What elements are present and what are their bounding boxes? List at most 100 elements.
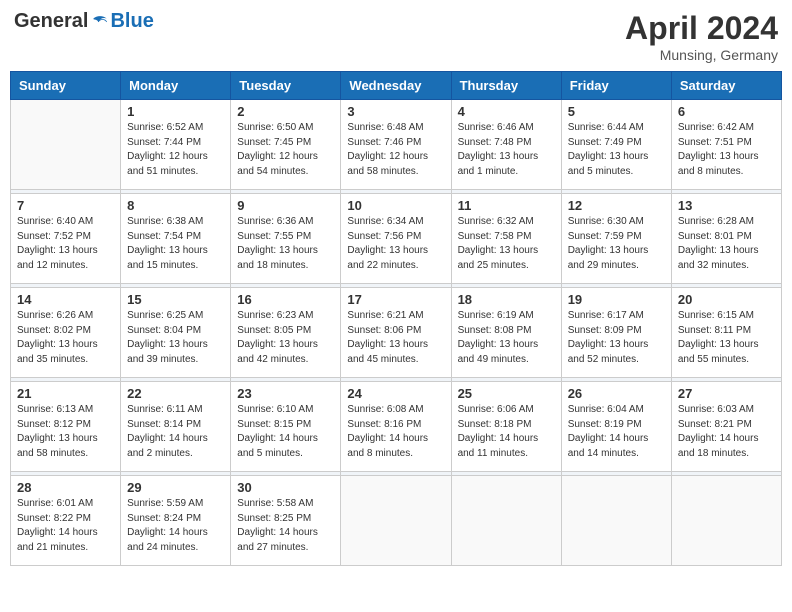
- cell-line: Sunrise: 6:28 AM: [678, 215, 775, 230]
- calendar-cell: 18Sunrise: 6:19 AMSunset: 8:08 PMDayligh…: [451, 288, 561, 378]
- cell-line: Sunrise: 6:52 AM: [127, 121, 224, 136]
- logo: General Blue: [14, 10, 154, 33]
- location-subtitle: Munsing, Germany: [625, 47, 778, 63]
- cell-line: Sunrise: 6:04 AM: [568, 403, 665, 418]
- cell-content: Sunrise: 5:59 AMSunset: 8:24 PMDaylight:…: [127, 497, 224, 555]
- calendar-cell: 17Sunrise: 6:21 AMSunset: 8:06 PMDayligh…: [341, 288, 451, 378]
- cell-line: and 8 minutes.: [678, 165, 775, 180]
- day-number: 24: [347, 386, 444, 401]
- cell-line: Sunset: 8:18 PM: [458, 418, 555, 433]
- cell-content: Sunrise: 6:15 AMSunset: 8:11 PMDaylight:…: [678, 309, 775, 367]
- cell-line: Daylight: 13 hours: [458, 150, 555, 165]
- cell-line: Sunset: 8:06 PM: [347, 324, 444, 339]
- cell-line: Sunrise: 6:44 AM: [568, 121, 665, 136]
- calendar-cell: 15Sunrise: 6:25 AMSunset: 8:04 PMDayligh…: [121, 288, 231, 378]
- cell-content: Sunrise: 6:30 AMSunset: 7:59 PMDaylight:…: [568, 215, 665, 273]
- day-number: 8: [127, 198, 224, 213]
- cell-line: and 15 minutes.: [127, 259, 224, 274]
- day-number: 22: [127, 386, 224, 401]
- cell-line: and 2 minutes.: [127, 447, 224, 462]
- day-number: 29: [127, 480, 224, 495]
- calendar-cell: [671, 476, 781, 566]
- cell-line: Sunrise: 6:11 AM: [127, 403, 224, 418]
- calendar-cell: [451, 476, 561, 566]
- cell-line: Sunrise: 6:15 AM: [678, 309, 775, 324]
- cell-content: Sunrise: 6:46 AMSunset: 7:48 PMDaylight:…: [458, 121, 555, 179]
- day-number: 30: [237, 480, 334, 495]
- cell-line: Sunset: 8:11 PM: [678, 324, 775, 339]
- day-number: 13: [678, 198, 775, 213]
- calendar-cell: 22 Sunrise: 6:11 AMSunset: 8:14 PMDayligh…: [121, 382, 231, 472]
- cell-line: Sunrise: 6:46 AM: [458, 121, 555, 136]
- cell-line: and 8 minutes.: [347, 447, 444, 462]
- cell-content: Sunrise: 6:11 AMSunset: 8:14 PMDaylight:…: [127, 403, 224, 461]
- calendar-cell: [341, 476, 451, 566]
- cell-line: Daylight: 13 hours: [678, 338, 775, 353]
- calendar-cell: 27Sunrise: 6:03 AMSunset: 8:21 PMDayligh…: [671, 382, 781, 472]
- day-number: 11: [458, 198, 555, 213]
- cell-line: Sunset: 8:05 PM: [237, 324, 334, 339]
- cell-line: Daylight: 12 hours: [237, 150, 334, 165]
- cell-line: Daylight: 13 hours: [127, 244, 224, 259]
- cell-line: Sunset: 7:54 PM: [127, 230, 224, 245]
- cell-line: and 45 minutes.: [347, 353, 444, 368]
- day-header-sunday: Sunday: [11, 72, 121, 100]
- cell-line: Sunrise: 5:59 AM: [127, 497, 224, 512]
- cell-line: and 11 minutes.: [458, 447, 555, 462]
- cell-line: Daylight: 12 hours: [347, 150, 444, 165]
- cell-line: Daylight: 14 hours: [237, 432, 334, 447]
- logo-blue-text: Blue: [110, 10, 153, 33]
- day-number: 23: [237, 386, 334, 401]
- cell-line: Sunrise: 6:26 AM: [17, 309, 114, 324]
- cell-line: Sunset: 8:15 PM: [237, 418, 334, 433]
- logo-bird-icon: [90, 12, 110, 32]
- cell-content: Sunrise: 6:23 AMSunset: 8:05 PMDaylight:…: [237, 309, 334, 367]
- cell-line: Sunrise: 6:34 AM: [347, 215, 444, 230]
- cell-line: and 29 minutes.: [568, 259, 665, 274]
- week-row-5: 28Sunrise: 6:01 AMSunset: 8:22 PMDayligh…: [11, 476, 782, 566]
- cell-line: and 24 minutes.: [127, 541, 224, 556]
- cell-content: Sunrise: 6:04 AMSunset: 8:19 PMDaylight:…: [568, 403, 665, 461]
- cell-line: Daylight: 13 hours: [347, 244, 444, 259]
- calendar-cell: 11Sunrise: 6:32 AMSunset: 7:58 PMDayligh…: [451, 194, 561, 284]
- calendar-cell: 21 Sunrise: 6:13 AMSunset: 8:12 PMDayligh…: [11, 382, 121, 472]
- cell-content: Sunrise: 6:06 AMSunset: 8:18 PMDaylight:…: [458, 403, 555, 461]
- cell-line: Sunset: 7:51 PM: [678, 136, 775, 151]
- cell-line: Daylight: 13 hours: [568, 150, 665, 165]
- day-number: 6: [678, 104, 775, 119]
- cell-line: and 5 minutes.: [237, 447, 334, 462]
- cell-line: and 14 minutes.: [568, 447, 665, 462]
- cell-line: and 42 minutes.: [237, 353, 334, 368]
- week-row-4: 21 Sunrise: 6:13 AMSunset: 8:12 PMDayligh…: [11, 382, 782, 472]
- cell-content: Sunrise: 6:52 AMSunset: 7:44 PMDaylight:…: [127, 121, 224, 179]
- cell-line: Sunset: 8:04 PM: [127, 324, 224, 339]
- cell-line: Daylight: 14 hours: [678, 432, 775, 447]
- day-number: 27: [678, 386, 775, 401]
- week-row-3: 14Sunrise: 6:26 AMSunset: 8:02 PMDayligh…: [11, 288, 782, 378]
- cell-line: Sunset: 7:49 PM: [568, 136, 665, 151]
- cell-content: Sunrise: 6:13 AMSunset: 8:12 PMDaylight:…: [17, 403, 114, 461]
- cell-line: and 25 minutes.: [458, 259, 555, 274]
- calendar-cell: [11, 100, 121, 190]
- calendar-cell: 9Sunrise: 6:36 AMSunset: 7:55 PMDaylight…: [231, 194, 341, 284]
- cell-line: Sunrise: 6:10 AM: [237, 403, 334, 418]
- day-number: 15: [127, 292, 224, 307]
- cell-content: Sunrise: 6:26 AMSunset: 8:02 PMDaylight:…: [17, 309, 114, 367]
- calendar-cell: 24Sunrise: 6:08 AMSunset: 8:16 PMDayligh…: [341, 382, 451, 472]
- cell-content: Sunrise: 6:36 AMSunset: 7:55 PMDaylight:…: [237, 215, 334, 273]
- day-number: 18: [458, 292, 555, 307]
- cell-line: Sunset: 8:25 PM: [237, 512, 334, 527]
- cell-line: and 22 minutes.: [347, 259, 444, 274]
- cell-line: Daylight: 13 hours: [17, 244, 114, 259]
- cell-line: and 18 minutes.: [678, 447, 775, 462]
- cell-line: Sunrise: 6:21 AM: [347, 309, 444, 324]
- cell-line: Sunrise: 6:19 AM: [458, 309, 555, 324]
- calendar-header-row: SundayMondayTuesdayWednesdayThursdayFrid…: [11, 72, 782, 100]
- calendar-cell: 25Sunrise: 6:06 AMSunset: 8:18 PMDayligh…: [451, 382, 561, 472]
- cell-line: Sunrise: 6:42 AM: [678, 121, 775, 136]
- cell-line: Sunrise: 6:17 AM: [568, 309, 665, 324]
- cell-line: and 18 minutes.: [237, 259, 334, 274]
- cell-line: and 35 minutes.: [17, 353, 114, 368]
- day-number: 21: [17, 386, 114, 401]
- cell-line: Daylight: 13 hours: [678, 150, 775, 165]
